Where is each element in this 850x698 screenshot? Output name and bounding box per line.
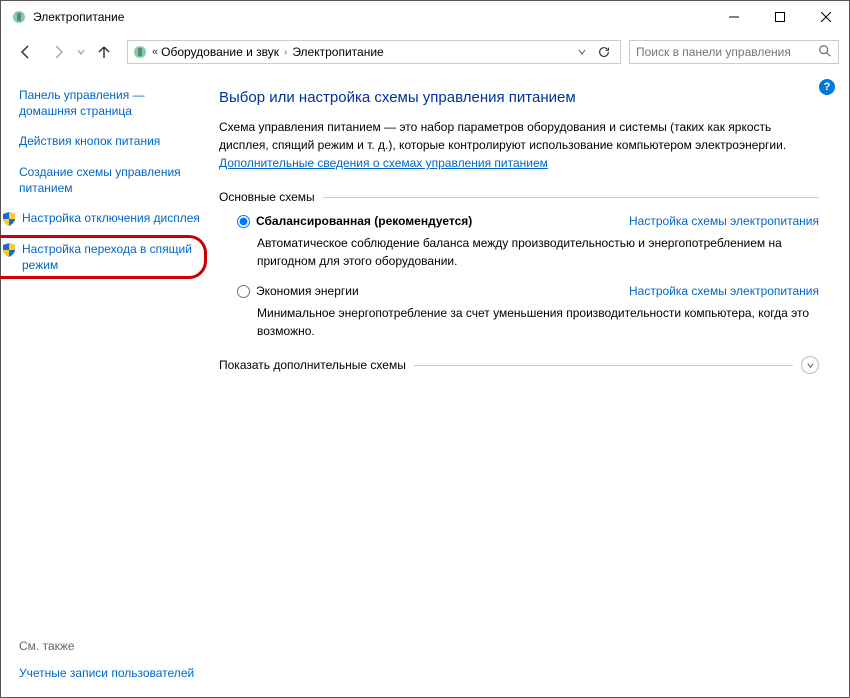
sidebar-sleep-label: Настройка перехода в спящий режим bbox=[22, 241, 201, 273]
section-heading: Основные схемы bbox=[219, 190, 315, 204]
page-title: Выбор или настройка схемы управления пит… bbox=[219, 89, 819, 106]
shield-icon bbox=[1, 242, 17, 258]
divider bbox=[414, 365, 793, 366]
breadcrumb-power[interactable]: Электропитание bbox=[292, 45, 383, 59]
see-also-heading: См. также bbox=[19, 639, 201, 653]
crumb-prefix[interactable]: « bbox=[152, 46, 158, 58]
plan-balanced-radio[interactable]: Сбалансированная (рекомендуется) bbox=[237, 214, 472, 228]
breadcrumb-hardware[interactable]: Оборудование и звук bbox=[161, 45, 279, 59]
sidebar-display-off-label: Настройка отключения дисплея bbox=[22, 210, 200, 226]
show-more-label: Показать дополнительные схемы bbox=[219, 358, 406, 372]
forward-button[interactable] bbox=[43, 37, 73, 67]
chevron-down-icon bbox=[801, 356, 819, 374]
search-box[interactable] bbox=[629, 40, 839, 64]
location-icon bbox=[132, 44, 148, 60]
search-icon[interactable] bbox=[818, 44, 832, 61]
learn-more-link[interactable]: Дополнительные сведения о схемах управле… bbox=[219, 156, 548, 170]
plan-saver-name: Экономия энергии bbox=[256, 284, 359, 298]
back-button[interactable] bbox=[11, 37, 41, 67]
window-title: Электропитание bbox=[33, 10, 711, 24]
address-dropdown[interactable] bbox=[573, 41, 591, 63]
plan-saver-desc: Минимальное энергопотребление за счет ум… bbox=[257, 304, 809, 340]
sidebar-create-plan[interactable]: Создание схемы управления питанием bbox=[19, 164, 201, 196]
minimize-button[interactable] bbox=[711, 1, 757, 33]
radio-input[interactable] bbox=[237, 215, 250, 228]
up-button[interactable] bbox=[89, 37, 119, 67]
sidebar-display-off[interactable]: Настройка отключения дисплея bbox=[1, 210, 201, 227]
app-icon bbox=[11, 9, 27, 25]
plan-saver-radio[interactable]: Экономия энергии bbox=[237, 284, 359, 298]
recent-dropdown[interactable] bbox=[75, 48, 87, 56]
plan-balanced-name: Сбалансированная (рекомендуется) bbox=[256, 214, 472, 228]
plan-saver-settings-link[interactable]: Настройка схемы электропитания bbox=[629, 284, 819, 298]
sidebar-power-buttons[interactable]: Действия кнопок питания bbox=[19, 133, 201, 149]
plan-balanced-desc: Автоматическое соблюдение баланса между … bbox=[257, 234, 809, 270]
divider bbox=[323, 197, 819, 198]
sidebar-home[interactable]: Панель управления — домашняя страница bbox=[19, 87, 201, 119]
maximize-button[interactable] bbox=[757, 1, 803, 33]
sidebar-user-accounts[interactable]: Учетные записи пользователей bbox=[19, 665, 201, 681]
page-description: Схема управления питанием — это набор па… bbox=[219, 118, 819, 172]
sidebar-sleep-settings[interactable]: Настройка перехода в спящий режим bbox=[1, 241, 201, 273]
address-bar[interactable]: « Оборудование и звук › Электропитание bbox=[127, 40, 621, 64]
refresh-button[interactable] bbox=[592, 41, 616, 63]
help-icon[interactable]: ? bbox=[819, 79, 835, 95]
shield-icon bbox=[1, 211, 17, 227]
close-button[interactable] bbox=[803, 1, 849, 33]
radio-input[interactable] bbox=[237, 285, 250, 298]
chevron-right-icon: › bbox=[284, 47, 287, 58]
search-input[interactable] bbox=[636, 45, 818, 59]
show-more-plans[interactable]: Показать дополнительные схемы bbox=[219, 356, 819, 374]
plan-balanced-settings-link[interactable]: Настройка схемы электропитания bbox=[629, 214, 819, 228]
